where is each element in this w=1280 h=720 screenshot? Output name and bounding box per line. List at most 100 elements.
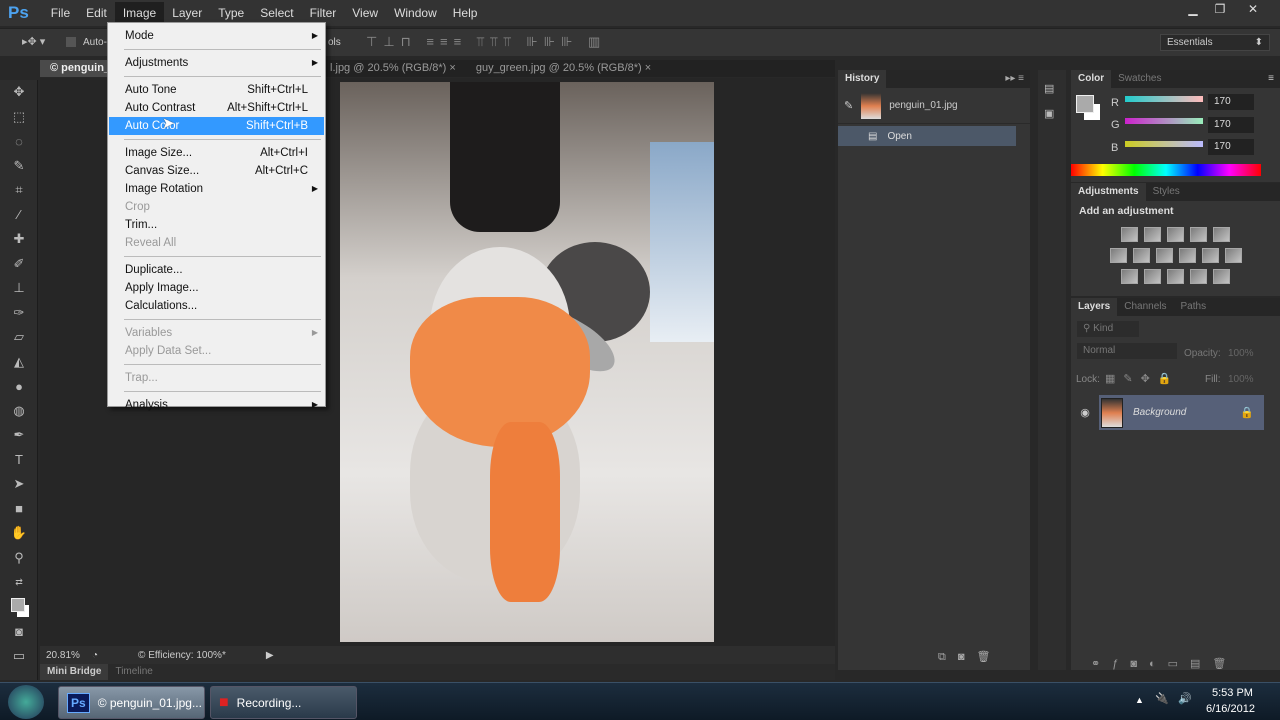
- close-button[interactable]: ✕: [1240, 2, 1266, 18]
- tab-channels[interactable]: Channels: [1117, 298, 1173, 316]
- history-footer-icons[interactable]: ⧉◙🗑: [938, 650, 1002, 664]
- lock-icons[interactable]: ▦✎✥🔒: [1105, 372, 1180, 385]
- panel-menu-icon[interactable]: ≡: [1262, 70, 1280, 88]
- menu-type[interactable]: Type: [210, 2, 252, 24]
- close-tab-icon[interactable]: ×: [645, 62, 651, 74]
- volume-icon[interactable]: 🔊: [1178, 692, 1192, 705]
- blue-value-input[interactable]: 170: [1208, 139, 1254, 155]
- tab-adjustments[interactable]: Adjustments: [1071, 183, 1146, 201]
- clock-time[interactable]: 5:53 PM: [1212, 687, 1253, 699]
- crop-tool-icon[interactable]: ⌗: [0, 178, 38, 203]
- gradient-map-icon[interactable]: [1213, 269, 1230, 284]
- screen-mode-icon[interactable]: ▭: [0, 644, 38, 669]
- visibility-eye-icon[interactable]: ◉: [1071, 406, 1099, 419]
- tab-styles[interactable]: Styles: [1146, 183, 1187, 201]
- menu-item-apply-image[interactable]: Apply Image...: [109, 279, 324, 297]
- tab-penguin[interactable]: © penguin_: [40, 60, 110, 77]
- threshold-icon[interactable]: [1167, 269, 1184, 284]
- levels-icon[interactable]: [1144, 227, 1161, 242]
- menu-item-image-rotation[interactable]: Image Rotation ▶: [109, 180, 324, 198]
- show-hidden-icons[interactable]: ▲: [1135, 695, 1144, 705]
- tab-timeline[interactable]: Timeline: [108, 664, 159, 680]
- posterize-icon[interactable]: [1144, 269, 1161, 284]
- history-brush-source-icon[interactable]: ✎: [844, 99, 853, 112]
- marquee-tool-icon[interactable]: ⬚: [0, 105, 38, 130]
- history-tab[interactable]: History: [838, 70, 887, 88]
- layers-footer-icons[interactable]: ⚭ƒ◙◐▭▤🗑: [1091, 657, 1238, 670]
- menu-item-adjustments[interactable]: Adjustments ▶: [109, 54, 324, 72]
- power-icon[interactable]: 🔌: [1155, 692, 1169, 705]
- color-balance-icon[interactable]: [1132, 248, 1150, 263]
- align-icons[interactable]: ⊤⊥⊓ ≡≡≡ ⫪⫪⫪ ⊪⊪⊪ ▥: [366, 34, 606, 50]
- eraser-tool-icon[interactable]: ▱: [0, 325, 38, 350]
- pen-tool-icon[interactable]: ✒: [0, 423, 38, 448]
- vibrance-icon[interactable]: [1213, 227, 1230, 242]
- exposure-icon[interactable]: [1190, 227, 1207, 242]
- green-value-input[interactable]: 170: [1208, 117, 1254, 133]
- hand-tool-icon[interactable]: ✋: [0, 521, 38, 546]
- menu-help[interactable]: Help: [445, 2, 486, 24]
- minimize-button[interactable]: ▁: [1180, 2, 1206, 18]
- move-tool-icon[interactable]: ✥: [0, 80, 38, 105]
- layer-row-background[interactable]: ◉ Background 🔒: [1071, 395, 1264, 430]
- menu-view[interactable]: View: [344, 2, 386, 24]
- brush-tool-icon[interactable]: ✐: [0, 252, 38, 277]
- panel-menu-icon[interactable]: ▸▸ ≡: [999, 70, 1030, 88]
- stamp-tool-icon[interactable]: ⊥: [0, 276, 38, 301]
- workspace-select[interactable]: Essentials ⬍: [1160, 34, 1270, 51]
- menu-item-auto-color[interactable]: Auto Color Shift+Ctrl+B: [109, 117, 324, 135]
- taskbar-recording[interactable]: ■ Recording...: [210, 686, 357, 719]
- dodge-tool-icon[interactable]: ◍: [0, 399, 38, 424]
- menu-item-analysis[interactable]: Analysis ▶: [109, 396, 324, 414]
- menu-file[interactable]: File: [43, 2, 78, 24]
- close-tab-icon[interactable]: ×: [449, 62, 455, 74]
- clock-date[interactable]: 6/16/2012: [1206, 703, 1255, 715]
- color-lookup-icon[interactable]: [1224, 248, 1242, 263]
- opacity-input[interactable]: 100%: [1228, 348, 1254, 359]
- taskbar-photoshop[interactable]: Ps © penguin_01.jpg...: [58, 686, 205, 719]
- type-tool-icon[interactable]: T: [0, 448, 38, 473]
- blur-tool-icon[interactable]: ●: [0, 374, 38, 399]
- green-slider[interactable]: [1125, 118, 1203, 124]
- start-button[interactable]: [8, 685, 44, 719]
- lasso-tool-icon[interactable]: ◌: [0, 129, 38, 154]
- menu-item-calculations[interactable]: Calculations...: [109, 297, 324, 315]
- path-select-tool-icon[interactable]: ➤: [0, 472, 38, 497]
- channel-mixer-icon[interactable]: [1201, 248, 1219, 263]
- selective-color-icon[interactable]: [1190, 269, 1207, 284]
- shape-tool-icon[interactable]: ■: [0, 497, 38, 522]
- photo-filter-icon[interactable]: [1178, 248, 1196, 263]
- menu-item-trim[interactable]: Trim...: [109, 216, 324, 234]
- penguin-photo[interactable]: [340, 82, 714, 642]
- curves-icon[interactable]: [1167, 227, 1184, 242]
- blue-slider[interactable]: [1125, 141, 1203, 147]
- zoom-level[interactable]: 20.81%: [40, 650, 88, 661]
- color-swatches[interactable]: [0, 595, 38, 620]
- menu-window[interactable]: Window: [386, 2, 445, 24]
- layer-filter-select[interactable]: ⚲ Kind: [1077, 321, 1139, 337]
- black-white-icon[interactable]: [1155, 248, 1173, 263]
- tab-paths[interactable]: Paths: [1174, 298, 1214, 316]
- quick-mask-icon[interactable]: ◙: [0, 619, 38, 644]
- history-state-open[interactable]: ▤ Open: [838, 126, 1016, 146]
- gradient-tool-icon[interactable]: ◭: [0, 350, 38, 375]
- menu-item-mode[interactable]: Mode ▶: [109, 27, 324, 45]
- properties-dock-icon[interactable]: ▣: [1044, 107, 1060, 120]
- blend-mode-select[interactable]: Normal: [1077, 343, 1177, 359]
- tab-guy-green[interactable]: guy_green.jpg @ 20.5% (RGB/8*) ×: [466, 60, 661, 77]
- foreground-color[interactable]: [1076, 95, 1094, 113]
- menu-edit[interactable]: Edit: [78, 2, 115, 24]
- auto-select-checkbox[interactable]: [66, 37, 76, 47]
- history-snapshot[interactable]: ✎ penguin_01.jpg: [838, 88, 1030, 124]
- tab-doc2[interactable]: l.jpg @ 20.5% (RGB/8*) ×: [320, 60, 466, 77]
- menu-item-canvas-size[interactable]: Canvas Size... Alt+Ctrl+C: [109, 162, 324, 180]
- fill-input[interactable]: 100%: [1228, 374, 1254, 385]
- red-value-input[interactable]: 170: [1208, 94, 1254, 110]
- menu-image[interactable]: Image: [114, 2, 165, 24]
- swap-colors-icon[interactable]: ⇄: [0, 570, 38, 595]
- menu-item-auto-tone[interactable]: Auto Tone Shift+Ctrl+L: [109, 81, 324, 99]
- color-spectrum[interactable]: [1071, 164, 1261, 176]
- menu-select[interactable]: Select: [252, 2, 301, 24]
- menu-item-auto-contrast[interactable]: Auto Contrast Alt+Shift+Ctrl+L: [109, 99, 324, 117]
- tab-layers[interactable]: Layers: [1071, 298, 1118, 316]
